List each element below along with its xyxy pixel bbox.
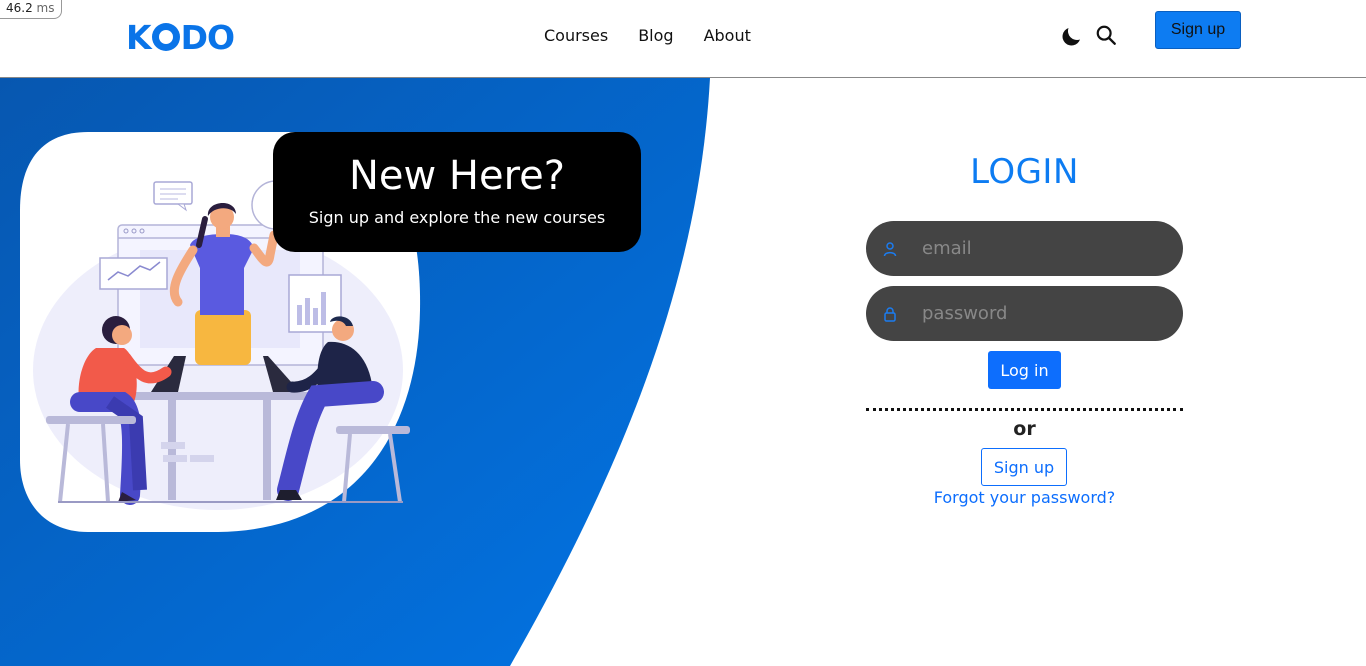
nav-about[interactable]: About — [704, 26, 751, 45]
lock-icon — [884, 306, 896, 322]
email-field[interactable] — [866, 221, 1183, 276]
or-separator: or — [1013, 418, 1036, 440]
email-input[interactable] — [922, 238, 1162, 259]
login-title: LOGIN — [970, 152, 1079, 192]
main-nav: Courses Blog About — [544, 26, 751, 45]
timer-value: 46.2 — [6, 1, 33, 15]
password-field[interactable] — [866, 286, 1183, 341]
form-divider — [866, 408, 1183, 411]
moon-icon[interactable] — [1060, 24, 1084, 48]
nav-blog[interactable]: Blog — [638, 26, 673, 45]
user-icon — [883, 241, 897, 256]
search-icon[interactable] — [1095, 24, 1117, 46]
new-here-callout: New Here? Sign up and explore the new co… — [273, 132, 641, 252]
forgot-password-link[interactable]: Forgot your password? — [866, 488, 1183, 507]
callout-subtitle: Sign up and explore the new courses — [308, 208, 606, 227]
nav-courses[interactable]: Courses — [544, 26, 608, 45]
logo-letter-k: K — [126, 17, 152, 57]
top-navbar: K DO Courses Blog About Sign up — [0, 0, 1366, 78]
password-input[interactable] — [922, 303, 1162, 324]
callout-title: New Here? — [348, 153, 566, 199]
header-signup-button[interactable]: Sign up — [1155, 11, 1241, 49]
kodo-logo[interactable]: K DO — [126, 17, 235, 57]
logo-ring-icon — [151, 23, 180, 51]
form-signup-button[interactable]: Sign up — [981, 448, 1067, 486]
login-button[interactable]: Log in — [988, 351, 1061, 389]
logo-letters-do: DO — [180, 17, 235, 57]
timer-unit: ms — [36, 1, 55, 15]
render-timer: 46.2 ms — [0, 0, 62, 19]
